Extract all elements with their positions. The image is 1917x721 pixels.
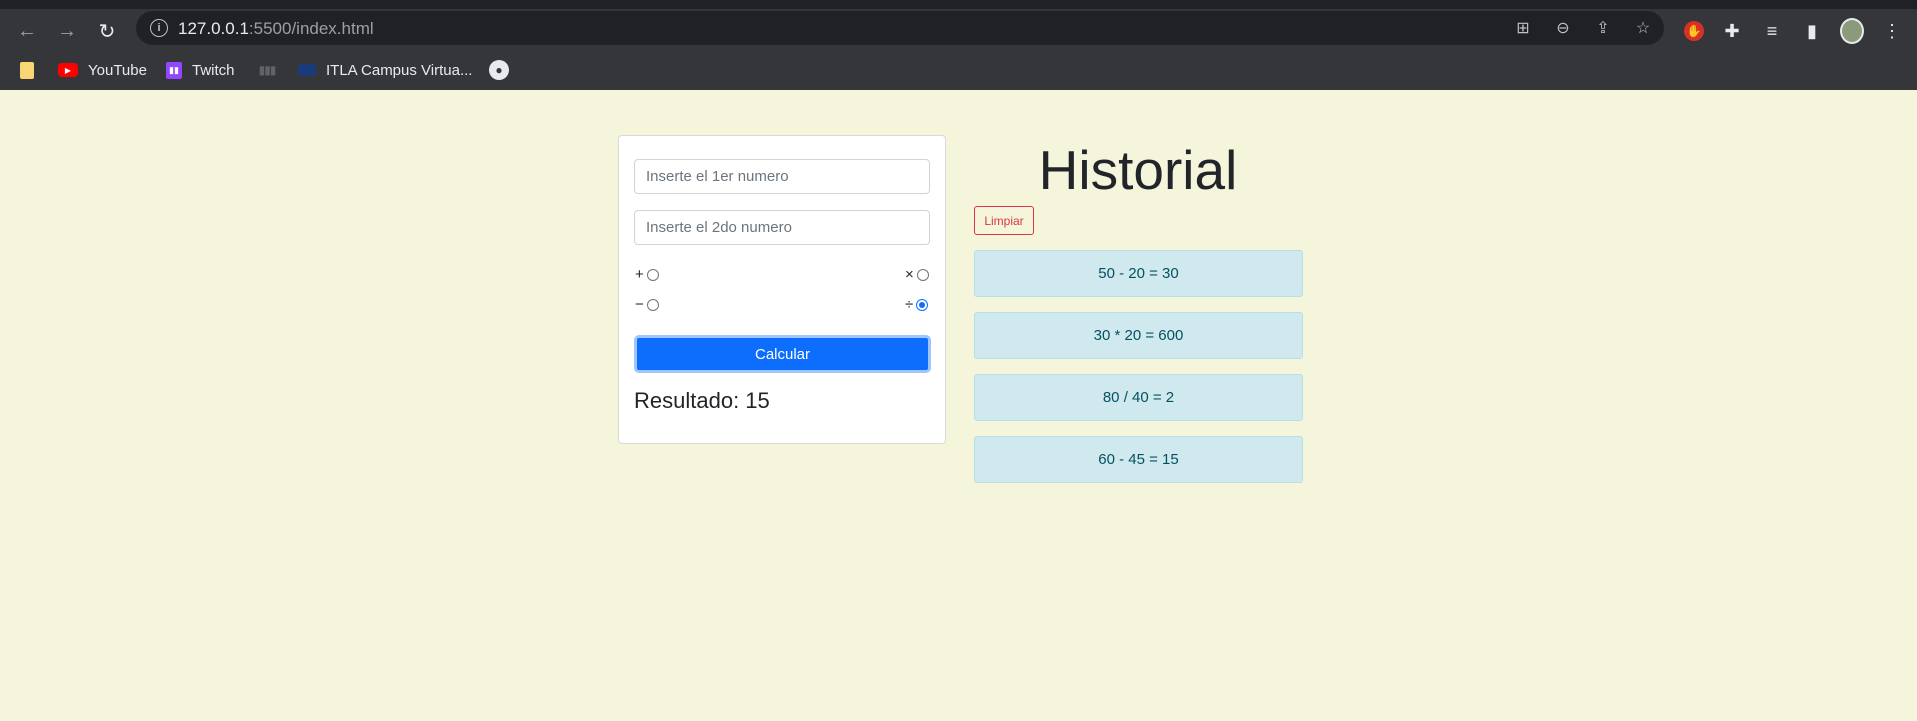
op-subtract[interactable]: −	[635, 296, 659, 313]
calculate-button[interactable]: Calcular	[634, 335, 931, 373]
history-item: 50 - 20 = 30	[974, 250, 1303, 297]
bookmark-folder[interactable]	[20, 57, 44, 83]
history-item: 60 - 45 = 15	[974, 436, 1303, 483]
reload-icon[interactable]: ↻	[92, 16, 122, 46]
bookmark-label: ITLA Campus Virtua...	[326, 61, 473, 79]
op-multiply[interactable]: ×	[905, 266, 929, 283]
back-icon[interactable]: ←	[12, 16, 42, 46]
bookmark-label: YouTube	[88, 61, 147, 79]
forward-icon[interactable]: →	[52, 16, 82, 46]
history-item: 80 / 40 = 2	[974, 374, 1303, 421]
url-host: 127.0.0.1	[178, 19, 249, 38]
browser-chrome: ← → ↻ i 127.0.0.1:5500/index.html ⊞ ⊖ ⇪ …	[0, 0, 1917, 90]
tab-strip	[0, 0, 1917, 9]
op-divide[interactable]: ÷	[905, 296, 929, 313]
address-bar[interactable]: i 127.0.0.1:5500/index.html ⊞ ⊖ ⇪ ☆	[136, 11, 1664, 45]
extensions-puzzle-icon[interactable]: ✚	[1720, 19, 1744, 43]
side-panel-icon[interactable]: ▮	[1800, 19, 1824, 43]
history-title: Historial	[1038, 139, 1238, 201]
history-item: 30 * 20 = 600	[974, 312, 1303, 359]
itla-icon	[298, 64, 316, 76]
bookmark-twitch[interactable]: ▮▮ Twitch	[166, 57, 235, 83]
menu-kebab-icon[interactable]: ⋮	[1880, 19, 1904, 43]
calculator-card: + × − ÷ Calcular Resultado: 15	[618, 135, 946, 444]
bars-icon: ▮▮▮	[258, 63, 277, 77]
bookmark-star-icon[interactable]: ☆	[1632, 17, 1654, 39]
clear-history-button[interactable]: Limpiar	[974, 206, 1034, 235]
op-add-label: +	[635, 266, 644, 283]
bookmark-label: Twitch	[192, 61, 235, 79]
op-subtract-radio[interactable]	[646, 298, 659, 311]
first-number-input[interactable]	[634, 159, 930, 194]
op-add[interactable]: +	[635, 266, 659, 283]
github-icon: ●	[489, 60, 509, 80]
youtube-icon: ▶	[58, 63, 78, 77]
op-divide-label: ÷	[905, 296, 914, 313]
bookmark-unnamed[interactable]: ▮▮▮	[258, 57, 286, 83]
zoom-icon[interactable]: ⊖	[1552, 17, 1574, 39]
bookmarks-bar: ▶ YouTube ▮▮ Twitch ▮▮▮ ITLA Campus Virtua…	[0, 53, 1917, 90]
op-multiply-radio[interactable]	[916, 268, 929, 281]
folder-icon	[20, 61, 34, 79]
twitch-icon: ▮▮	[166, 61, 182, 79]
bookmark-youtube[interactable]: ▶ YouTube	[58, 57, 147, 83]
extension-stop-icon[interactable]: ✋	[1682, 19, 1706, 43]
site-info-icon[interactable]: i	[150, 19, 168, 37]
op-subtract-label: −	[635, 296, 644, 313]
history-list: 50 - 20 = 30 30 * 20 = 600 80 / 40 = 2 6…	[974, 250, 1303, 498]
share-icon[interactable]: ⇪	[1592, 17, 1614, 39]
op-divide-radio[interactable]	[916, 298, 929, 311]
bookmark-github[interactable]: ●	[489, 57, 519, 83]
browser-toolbar: ← → ↻ i 127.0.0.1:5500/index.html ⊞ ⊖ ⇪ …	[0, 9, 1917, 53]
op-multiply-label: ×	[905, 266, 914, 283]
media-queue-icon[interactable]: ≡	[1760, 19, 1784, 43]
bookmark-itla[interactable]: ITLA Campus Virtua...	[298, 57, 472, 83]
translate-icon[interactable]: ⊞	[1512, 17, 1534, 39]
op-add-radio[interactable]	[646, 268, 659, 281]
profile-avatar[interactable]	[1840, 18, 1864, 44]
url-text[interactable]: 127.0.0.1:5500/index.html	[178, 19, 374, 39]
result-text: Resultado: 15	[634, 388, 770, 413]
url-path: :5500/index.html	[248, 19, 374, 38]
second-number-input[interactable]	[634, 210, 930, 245]
